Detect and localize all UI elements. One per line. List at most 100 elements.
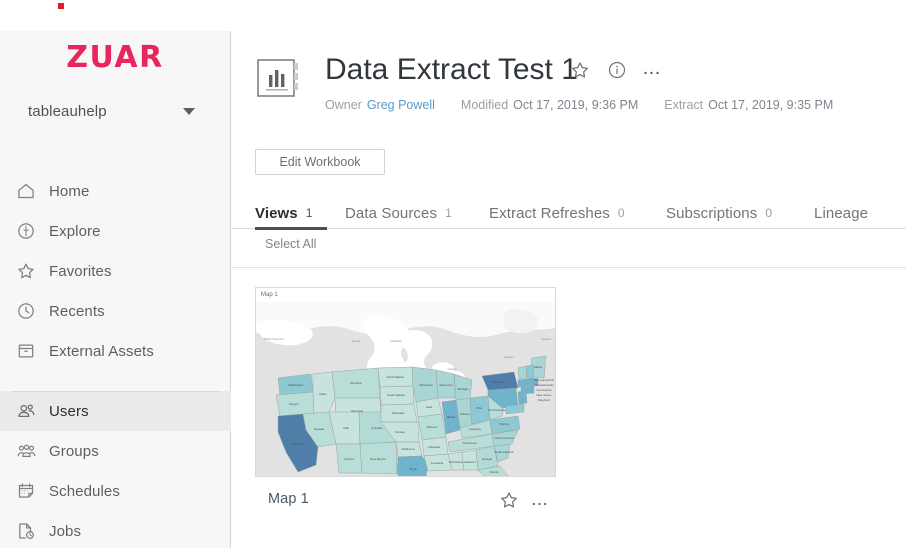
svg-text:Manitoba: Manitoba (390, 339, 402, 343)
view-name-link[interactable]: Map 1 (268, 491, 309, 507)
more-actions-button[interactable]: … (641, 59, 663, 81)
svg-text:North Carolina: North Carolina (495, 436, 514, 440)
recording-indicator-icon (58, 3, 64, 9)
svg-text:Wisconsin: Wisconsin (439, 383, 453, 387)
svg-text:Pennsylvania: Pennsylvania (488, 408, 506, 412)
sidebar-item-external-assets[interactable]: External Assets (0, 331, 231, 371)
sidebar: ZUAR tableauhelp Home Explore Favorites … (0, 31, 231, 548)
svg-text:Nevada: Nevada (314, 427, 324, 431)
sidebar-item-explore[interactable]: Explore (0, 211, 231, 251)
calendar-icon (15, 480, 37, 502)
sidebar-item-home[interactable]: Home (0, 171, 231, 211)
svg-text:New Hampshire: New Hampshire (534, 378, 555, 382)
sidebar-item-label: Groups (49, 442, 99, 460)
tab-count: 0 (617, 206, 625, 220)
tab-lineage[interactable]: Lineage (814, 197, 868, 229)
sidebar-item-label: Explore (49, 222, 101, 240)
thumbnail-title: Map 1 (256, 288, 555, 302)
svg-text:South Dakota: South Dakota (387, 393, 405, 397)
sidebar-item-favorites[interactable]: Favorites (0, 251, 231, 291)
document-clock-icon (15, 520, 37, 542)
svg-text:South Carolina: South Carolina (494, 450, 514, 454)
sidebar-item-label: Recents (49, 302, 105, 320)
info-circle-button[interactable] (607, 60, 627, 80)
svg-text:New Jersey: New Jersey (536, 393, 552, 397)
svg-text:Indiana: Indiana (460, 412, 470, 416)
svg-text:California: California (291, 442, 304, 446)
sidebar-item-label: Favorites (49, 262, 112, 280)
tab-data-sources[interactable]: Data Sources 1 (345, 197, 452, 229)
svg-text:Colorado: Colorado (371, 426, 383, 430)
svg-text:Maryland: Maryland (538, 398, 550, 402)
modified-label: Modified (460, 98, 509, 112)
tab-count: 1 (445, 206, 452, 220)
owner-link[interactable]: Greg Powell (367, 98, 435, 112)
toolbar-divider (232, 267, 906, 268)
svg-text:British Columbia: British Columbia (264, 337, 284, 341)
svg-text:Kentucky: Kentucky (469, 427, 481, 431)
svg-text:New York: New York (493, 380, 506, 384)
svg-text:Texas: Texas (409, 467, 417, 471)
svg-text:Oklahoma: Oklahoma (401, 447, 415, 451)
home-icon (15, 180, 37, 202)
tab-views[interactable]: Views 1 (255, 197, 312, 229)
active-tab-underline (255, 227, 327, 230)
svg-text:Wyoming: Wyoming (351, 409, 363, 413)
svg-text:Alberta: Alberta (352, 339, 361, 343)
chevron-down-icon (183, 108, 195, 115)
select-all-button[interactable]: Select All (265, 237, 316, 251)
svg-text:Michigan: Michigan (457, 387, 469, 391)
card-more-actions-button[interactable]: … (529, 489, 551, 509)
zuar-logo[interactable]: ZUAR (0, 40, 230, 76)
svg-text:Florida: Florida (490, 470, 499, 474)
svg-text:Idaho: Idaho (319, 392, 327, 396)
site-selector[interactable]: tableauhelp (0, 91, 231, 131)
tab-label: Lineage (814, 204, 869, 222)
svg-text:Ohio: Ohio (476, 406, 482, 410)
svg-text:Oregon: Oregon (289, 402, 299, 406)
svg-text:Washington: Washington (288, 383, 304, 387)
svg-text:Nunavut: Nunavut (541, 337, 551, 341)
users-icon (15, 400, 37, 422)
card-footer: Map 1 … (255, 477, 556, 525)
tab-label: Subscriptions (666, 204, 758, 222)
svg-text:Nebraska: Nebraska (392, 411, 405, 415)
sidebar-item-schedules[interactable]: Schedules (0, 471, 231, 511)
star-icon (15, 260, 37, 282)
owner-label: Owner (325, 98, 362, 112)
sidebar-item-label: Schedules (49, 482, 120, 500)
sidebar-item-jobs[interactable]: Jobs (0, 511, 231, 548)
tab-subscriptions[interactable]: Subscriptions 0 (666, 197, 772, 229)
view-thumbnail[interactable]: Map 1 Washington Oregon California Idaho… (255, 287, 556, 477)
tab-count: 0 (765, 206, 773, 220)
sidebar-item-users[interactable]: Users (0, 391, 231, 431)
svg-text:Illinois: Illinois (447, 415, 456, 419)
sidebar-item-label: Home (49, 182, 90, 200)
favorite-star-button[interactable] (570, 60, 590, 80)
sidebar-item-label: Jobs (49, 522, 82, 540)
main-content: Data Extract Test 1 … Owner Greg Powell … (232, 31, 906, 548)
edit-workbook-button[interactable]: Edit Workbook (255, 149, 385, 175)
extract-label: Extract (664, 98, 704, 112)
svg-text:Tennessee: Tennessee (463, 441, 477, 445)
svg-text:Georgia: Georgia (482, 457, 493, 461)
svg-text:Louisiana: Louisiana (431, 461, 444, 465)
svg-text:Kansas: Kansas (395, 430, 405, 434)
sidebar-item-label: Users (49, 402, 89, 420)
tab-bar: Views 1 Data Sources 1 Extract Refreshes… (232, 197, 906, 230)
svg-text:Quebec: Quebec (504, 355, 514, 359)
map-chart: Washington Oregon California Idaho Nevad… (256, 302, 555, 476)
sidebar-item-groups[interactable]: Groups (0, 431, 231, 471)
tab-label: Data Sources (345, 204, 438, 222)
svg-text:Montana: Montana (350, 381, 362, 385)
app-root: ZUAR tableauhelp Home Explore Favorites … (0, 0, 906, 548)
workbook-bar-chart-icon (255, 53, 307, 105)
sidebar-nav: Home Explore Favorites Recents External … (0, 171, 231, 548)
svg-text:Arizona: Arizona (344, 457, 354, 461)
tab-extract-refreshes[interactable]: Extract Refreshes 0 (489, 197, 625, 229)
svg-text:Connecticut: Connecticut (536, 388, 551, 392)
workbook-metadata: Owner Greg Powell Modified Oct 17, 2019,… (325, 96, 833, 114)
card-favorite-star-button[interactable] (499, 490, 519, 510)
clock-icon (15, 300, 37, 322)
sidebar-item-recents[interactable]: Recents (0, 291, 231, 331)
